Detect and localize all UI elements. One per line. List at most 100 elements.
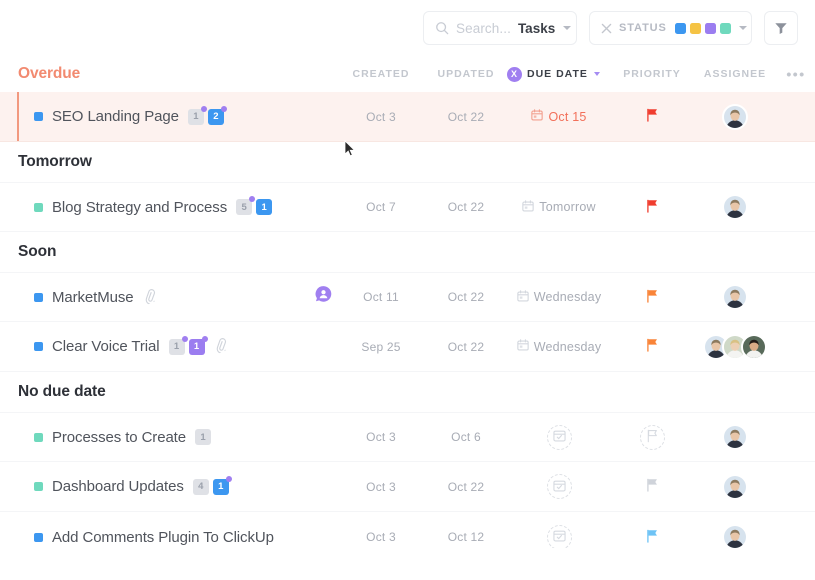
avatar-stack[interactable]	[703, 333, 767, 360]
task-name[interactable]: Clear Voice Trial	[52, 338, 160, 355]
avatar-stack[interactable]	[722, 194, 748, 220]
attachment-paperclip-icon[interactable]	[140, 286, 160, 307]
attachment-paperclip-icon[interactable]	[211, 336, 231, 357]
task-name[interactable]: Dashboard Updates	[52, 478, 184, 495]
status-swatch-3[interactable]	[719, 22, 731, 34]
flag-icon[interactable]	[646, 338, 659, 355]
avatar[interactable]	[722, 194, 748, 220]
task-badge[interactable]: 5	[236, 196, 256, 215]
task-name[interactable]: MarketMuse	[52, 289, 134, 306]
flag-icon[interactable]	[646, 289, 659, 306]
task-status-dot[interactable]	[34, 292, 43, 302]
table-row[interactable]: MarketMuse Oct 11 Oct 22 Wednesday	[0, 272, 815, 322]
flag-icon[interactable]	[646, 108, 659, 125]
task-name[interactable]: SEO Landing Page	[52, 108, 179, 125]
cell-assignee[interactable]	[693, 424, 777, 450]
table-row[interactable]: Add Comments Plugin To ClickUp Oct 3 Oct 1…	[0, 512, 815, 548]
chevron-down-icon[interactable]	[593, 72, 600, 76]
task-badge[interactable]: 1	[195, 429, 211, 445]
cell-priority[interactable]	[611, 424, 693, 450]
flag-icon[interactable]	[646, 478, 659, 495]
avatar[interactable]	[722, 424, 748, 450]
task-badge[interactable]: 1	[187, 105, 207, 125]
task-group: SEO Landing Page 1 2 Oct 3 Oct 22 Oct 15	[0, 92, 815, 142]
task-status-dot[interactable]	[34, 202, 43, 212]
cell-assignee[interactable]	[693, 524, 777, 548]
cell-due-date[interactable]	[507, 474, 611, 499]
table-row[interactable]: Processes to Create 1 Oct 3 Oct 6	[0, 412, 815, 462]
cell-assignee[interactable]	[693, 284, 777, 310]
task-badge[interactable]: 2	[207, 105, 227, 125]
avatar-stack[interactable]	[722, 473, 748, 500]
table-row[interactable]: Dashboard Updates 4 1 Oct 3 Oct 22	[0, 462, 815, 512]
cell-due-date[interactable]: Tomorrow	[507, 199, 611, 215]
avatar[interactable]	[741, 333, 767, 360]
task-badge[interactable]: 1	[212, 475, 232, 495]
cell-priority[interactable]	[611, 289, 693, 306]
chevron-down-icon[interactable]	[563, 26, 572, 30]
avatar-stack[interactable]	[722, 424, 748, 450]
task-status-dot[interactable]	[34, 432, 43, 442]
task-badge[interactable]: 1	[256, 199, 273, 215]
task-status-dot[interactable]	[34, 532, 43, 542]
chevron-down-icon[interactable]	[738, 26, 747, 30]
task-badge[interactable]: 1	[188, 335, 208, 355]
table-row[interactable]: Clear Voice Trial 1 1 Sep 25 Oct 22 Wednesday	[0, 322, 815, 372]
avatar[interactable]	[722, 524, 748, 548]
column-header-priority[interactable]: PRIORITY	[611, 68, 693, 80]
column-header-due-date[interactable]: X DUE DATE	[507, 66, 611, 82]
task-name[interactable]: Processes to Create	[52, 429, 186, 446]
status-swatch-0[interactable]	[674, 22, 686, 34]
status-swatches[interactable]	[674, 22, 731, 34]
cell-priority[interactable]	[611, 108, 693, 125]
task-status-dot[interactable]	[34, 342, 43, 351]
status-filter-box[interactable]: STATUS	[589, 11, 752, 45]
column-header-updated[interactable]: UPDATED	[425, 68, 507, 80]
filter-button[interactable]	[764, 11, 798, 45]
due-date-placeholder[interactable]	[546, 474, 572, 499]
task-name[interactable]: Add Comments Plugin To ClickUp	[52, 529, 274, 546]
task-status-dot[interactable]	[34, 112, 43, 121]
flag-icon[interactable]	[646, 529, 659, 546]
table-row[interactable]: SEO Landing Page 1 2 Oct 3 Oct 22 Oct 15	[0, 92, 815, 142]
search-box[interactable]: Search... Tasks	[423, 11, 577, 45]
cell-priority[interactable]	[611, 529, 693, 546]
avatar[interactable]	[722, 284, 748, 310]
cell-assignee[interactable]	[693, 333, 777, 360]
due-date-placeholder[interactable]	[546, 524, 572, 548]
task-name[interactable]: Blog Strategy and Process	[52, 199, 227, 216]
cell-assignee[interactable]	[693, 103, 777, 130]
table-row[interactable]: Blog Strategy and Process 5 1 Oct 7 Oct 22 To…	[0, 182, 815, 232]
priority-placeholder[interactable]	[639, 424, 665, 450]
cell-priority[interactable]	[611, 199, 693, 216]
close-icon[interactable]	[601, 23, 612, 34]
search-scope-label[interactable]: Tasks	[518, 21, 555, 36]
calendar-icon	[552, 429, 566, 445]
avatar-stack[interactable]	[722, 284, 748, 310]
cell-priority[interactable]	[611, 478, 693, 495]
task-status-dot[interactable]	[34, 482, 43, 491]
cell-due-date[interactable]	[507, 424, 611, 450]
column-header-created[interactable]: CREATED	[337, 68, 425, 80]
flag-icon[interactable]	[646, 199, 659, 216]
avatar-stack[interactable]	[722, 524, 748, 548]
avatar[interactable]	[722, 103, 748, 130]
column-header-assignee[interactable]: ASSIGNEE	[693, 68, 777, 80]
cell-due-date[interactable]	[507, 524, 611, 548]
cell-assignee[interactable]	[693, 194, 777, 220]
cell-due-date[interactable]: Wednesday	[507, 339, 611, 354]
cell-due-date[interactable]: Oct 15	[507, 109, 611, 124]
avatar-stack[interactable]	[722, 103, 748, 130]
column-header-more-button[interactable]: •••	[777, 66, 815, 82]
avatar[interactable]	[722, 473, 748, 500]
task-badge[interactable]: 1	[168, 335, 188, 355]
search-input[interactable]: Search...	[456, 21, 511, 36]
mention-comment-icon[interactable]	[314, 285, 333, 309]
task-badge[interactable]: 4	[192, 478, 209, 495]
status-swatch-1[interactable]	[689, 22, 701, 34]
cell-priority[interactable]	[611, 338, 693, 355]
status-swatch-2[interactable]	[704, 22, 716, 34]
cell-assignee[interactable]	[693, 473, 777, 500]
cell-due-date[interactable]: Wednesday	[507, 289, 611, 305]
due-date-placeholder[interactable]	[546, 424, 572, 450]
